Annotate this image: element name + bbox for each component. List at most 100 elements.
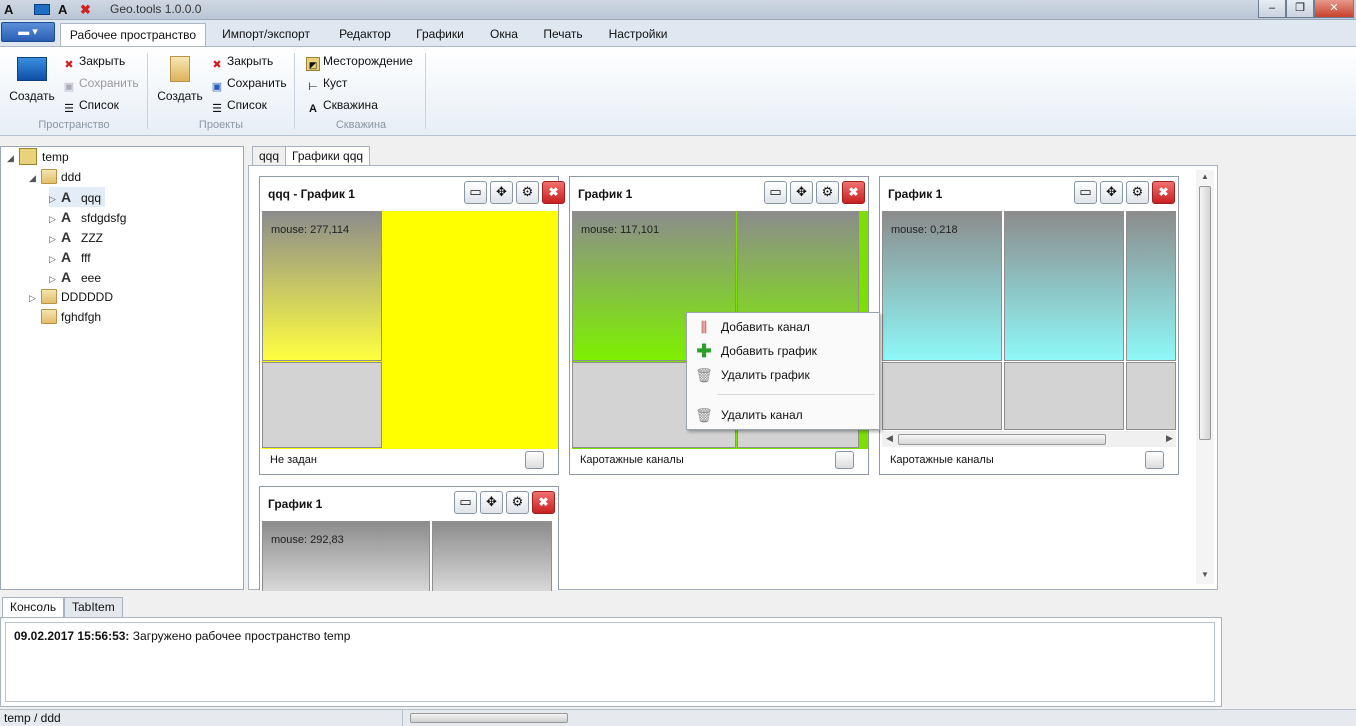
- move-button[interactable]: ✥: [1100, 181, 1123, 204]
- window-button[interactable]: ▭: [1074, 181, 1097, 204]
- tree-node-well[interactable]: ▷ Asfdgdsfg: [49, 207, 126, 227]
- save-project-button[interactable]: ▣ Сохранить: [210, 73, 287, 93]
- doc-tab-charts-qqq[interactable]: Графики qqq: [285, 146, 371, 167]
- pad-button[interactable]: ⊢ Куст: [306, 73, 347, 93]
- chart-footer-button[interactable]: [835, 451, 854, 469]
- tab-tabitem[interactable]: TabItem: [64, 597, 123, 618]
- track-upper[interactable]: mouse: 277,114: [262, 211, 382, 361]
- menu-item-delete-chart[interactable]: 🗑 Удалить график: [687, 364, 879, 386]
- scroll-thumb[interactable]: [1199, 186, 1211, 440]
- tab-charts[interactable]: Графики: [406, 23, 474, 46]
- list-workspace-button[interactable]: ☰ Список: [62, 95, 119, 115]
- close-chart-button[interactable]: ✖: [532, 491, 555, 514]
- list-project-button[interactable]: ☰ Список: [210, 95, 267, 115]
- workspace-quick-icon[interactable]: [34, 4, 50, 15]
- collapse-icon[interactable]: ◢: [7, 148, 19, 168]
- close-quick-icon[interactable]: ✖: [80, 2, 91, 18]
- expand-icon[interactable]: ▷: [49, 189, 61, 209]
- settings-button[interactable]: ⚙: [516, 181, 539, 204]
- scroll-thumb[interactable]: [898, 434, 1106, 445]
- chart-panel: График 1 ▭ ✥ ⚙ ✖ mouse: 292,83: [259, 486, 559, 591]
- move-button[interactable]: ✥: [490, 181, 513, 204]
- ribbon-tabs: ▬ ▾ Рабочее пространство Импорт/экспорт …: [0, 20, 1356, 46]
- chart-title: qqq - График 1: [268, 187, 355, 201]
- well-button[interactable]: A Скважина: [306, 95, 378, 115]
- window-button[interactable]: ▭: [454, 491, 477, 514]
- vertical-scrollbar[interactable]: ▲ ▼: [1196, 170, 1214, 584]
- project-folder-icon: [170, 56, 190, 82]
- tree-node-ddd[interactable]: ◢ ddd: [29, 167, 81, 187]
- close-workspace-button[interactable]: ✖ Закрыть: [62, 51, 125, 71]
- close-project-button[interactable]: ✖ Закрыть: [210, 51, 273, 71]
- settings-button[interactable]: ⚙: [506, 491, 529, 514]
- well-icon: A: [61, 269, 72, 285]
- pad-tree-icon: ⊢: [308, 81, 318, 93]
- doc-tab-qqq[interactable]: qqq: [252, 146, 287, 166]
- menu-item-add-channel[interactable]: ⫼ Добавить канал: [687, 316, 879, 338]
- create-project-button[interactable]: Создать: [156, 53, 204, 103]
- maximize-button[interactable]: ❐: [1286, 0, 1314, 18]
- tab-workspace[interactable]: Рабочее пространство: [60, 23, 206, 46]
- minimize-button[interactable]: –: [1258, 0, 1286, 18]
- progress-bar: [410, 713, 568, 723]
- move-button[interactable]: ✥: [790, 181, 813, 204]
- track-upper[interactable]: [432, 521, 552, 591]
- track-upper[interactable]: mouse: 0,218: [882, 211, 1002, 361]
- collapse-icon[interactable]: ◢: [29, 168, 41, 188]
- app-menu-button[interactable]: ▬ ▾: [1, 22, 55, 42]
- tree-node-well[interactable]: ▷ A ZZZ: [49, 227, 103, 247]
- chart-footer-button[interactable]: [525, 451, 544, 469]
- track-lower[interactable]: [262, 362, 382, 448]
- tree-node-dddddd[interactable]: ▷ DDDDDD: [29, 287, 113, 307]
- field-button[interactable]: ◩ Месторождение: [306, 51, 413, 71]
- close-window-button[interactable]: ✕: [1314, 0, 1354, 18]
- track-upper[interactable]: [1126, 211, 1176, 361]
- app-title: Geo.tools 1.0.0.0: [110, 2, 202, 16]
- horizontal-scrollbar[interactable]: ◀ ▶: [882, 431, 1176, 447]
- menu-item-delete-channel[interactable]: 🗑 Удалить канал: [687, 404, 879, 426]
- tree-node-well[interactable]: ▷ Afff: [49, 247, 91, 267]
- close-chart-button[interactable]: ✖: [1152, 181, 1175, 204]
- tree-node-temp[interactable]: ◢ temp: [7, 147, 69, 167]
- console-panel: 09.02.2017 15:56:53: Загружено рабочее п…: [0, 617, 1222, 707]
- tree-node-well[interactable]: ▷ Aqqq: [49, 187, 106, 209]
- tab-settings[interactable]: Настройки: [598, 23, 678, 46]
- close-chart-button[interactable]: ✖: [542, 181, 565, 204]
- tree-node-well[interactable]: ▷ Aeee: [49, 267, 101, 287]
- settings-button[interactable]: ⚙: [816, 181, 839, 204]
- expand-icon[interactable]: ▷: [49, 229, 61, 249]
- expand-icon[interactable]: ▷: [49, 269, 61, 289]
- scroll-up-icon[interactable]: ▲: [1201, 172, 1209, 181]
- tree-node-fghdfgh[interactable]: fghdfgh: [29, 307, 101, 327]
- track-lower[interactable]: [1126, 362, 1176, 430]
- track-upper[interactable]: [1004, 211, 1124, 361]
- create-workspace-button[interactable]: Создать: [8, 53, 56, 103]
- window-button[interactable]: ▭: [464, 181, 487, 204]
- track-lower[interactable]: [882, 362, 1002, 430]
- move-button[interactable]: ✥: [480, 491, 503, 514]
- settings-button[interactable]: ⚙: [1126, 181, 1149, 204]
- window-button[interactable]: ▭: [764, 181, 787, 204]
- expand-icon[interactable]: ▷: [29, 288, 41, 308]
- well-quick-icon[interactable]: A: [4, 2, 13, 17]
- chart-footer-button[interactable]: [1145, 451, 1164, 469]
- close-chart-button[interactable]: ✖: [842, 181, 865, 204]
- menu-separator: [717, 394, 875, 395]
- tab-console[interactable]: Консоль: [2, 597, 65, 619]
- track-upper[interactable]: mouse: 292,83: [262, 521, 430, 591]
- well-quick-icon-2[interactable]: A: [58, 2, 67, 17]
- tab-editor[interactable]: Редактор: [330, 23, 400, 46]
- expand-icon[interactable]: ▷: [49, 209, 61, 229]
- tab-windows[interactable]: Окна: [480, 23, 528, 46]
- expand-icon[interactable]: ▷: [49, 249, 61, 269]
- tab-import-export[interactable]: Импорт/экспорт: [210, 23, 322, 46]
- track-lower[interactable]: [1004, 362, 1124, 430]
- save-workspace-button[interactable]: ▣ Сохранить: [62, 73, 139, 93]
- scroll-down-icon[interactable]: ▼: [1201, 570, 1209, 579]
- scroll-left-icon[interactable]: ◀: [886, 433, 893, 444]
- menu-item-add-chart[interactable]: ✚ Добавить график: [687, 340, 879, 362]
- status-separator: [402, 710, 403, 726]
- scroll-right-icon[interactable]: ▶: [1166, 433, 1173, 444]
- tab-print[interactable]: Печать: [534, 23, 592, 46]
- create-project-label: Создать: [157, 89, 203, 103]
